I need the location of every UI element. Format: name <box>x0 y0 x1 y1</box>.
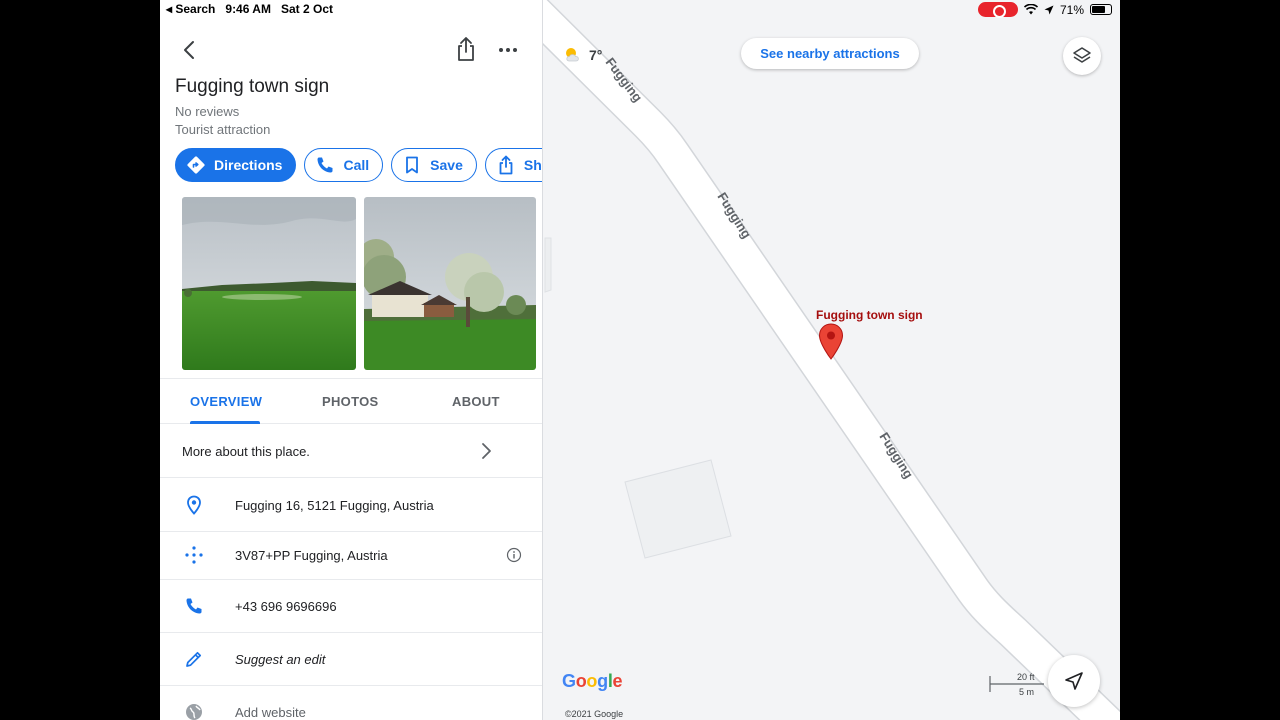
red-map-pin-icon[interactable] <box>818 323 844 361</box>
place-panel: Fugging town sign No reviews Tourist att… <box>160 0 543 720</box>
call-button[interactable]: Call <box>304 148 384 182</box>
action-buttons: Directions Call Save Share <box>175 148 542 182</box>
google-logo-letter: G <box>562 671 576 691</box>
directions-button[interactable]: Directions <box>175 148 297 182</box>
suggest-edit-row[interactable]: Suggest an edit <box>160 633 542 686</box>
add-website-text: Add website <box>235 705 306 720</box>
scale-m: 5 m <box>1019 687 1035 697</box>
place-category: Tourist attraction <box>175 122 271 137</box>
screen-recording-icon[interactable] <box>977 2 1018 18</box>
more-about-row[interactable]: More about this place. <box>160 425 542 478</box>
phone-text: +43 696 9696696 <box>235 599 337 614</box>
panel-top-bar <box>160 36 542 64</box>
scale-ft: 20 ft <box>1017 672 1035 682</box>
reviews-text: No reviews <box>175 104 240 119</box>
plus-code-row[interactable]: 3V87+PP Fugging, Austria <box>160 532 542 580</box>
status-bar: ◂ Search 9:46 AM Sat 2 Oct 71% <box>160 0 1120 18</box>
wifi-icon <box>1023 4 1038 15</box>
phone-icon <box>317 157 333 173</box>
navigation-arrow-icon <box>1065 672 1083 690</box>
pencil-icon <box>186 651 202 667</box>
share-label: Share <box>523 157 542 173</box>
share-button[interactable]: Share <box>484 148 542 182</box>
location-pin-icon <box>187 495 201 515</box>
back-arrow-icon[interactable] <box>178 38 202 62</box>
weather-temp: 7° <box>589 47 603 63</box>
pin-label[interactable]: Fugging town sign <box>816 308 923 322</box>
see-nearby-attractions-button[interactable]: See nearby attractions <box>741 38 919 69</box>
share-icon[interactable] <box>454 36 478 62</box>
globe-icon <box>186 704 202 720</box>
add-website-row[interactable]: Add website <box>160 686 542 720</box>
save-label: Save <box>430 157 463 173</box>
battery-icon <box>1090 4 1112 15</box>
more-about-label: More about this place. <box>182 444 310 459</box>
google-logo-letter: g <box>597 671 608 691</box>
phone-icon <box>186 598 202 614</box>
plus-code-text: 3V87+PP Fugging, Austria <box>235 548 388 563</box>
save-button[interactable]: Save <box>391 148 477 182</box>
partly-cloudy-icon <box>566 48 579 62</box>
share-icon <box>499 155 513 175</box>
map-view[interactable]: Fugging Fugging Fugging 7° See nearby at… <box>543 0 1120 720</box>
weather-chip[interactable]: 7° <box>563 46 602 64</box>
google-logo-letter: o <box>575 671 587 691</box>
plus-code-icon <box>185 546 203 564</box>
place-title: Fugging town sign <box>175 76 330 97</box>
suggest-edit-text: Suggest an edit <box>235 652 326 667</box>
tab-active-indicator <box>190 421 260 424</box>
chevron-right-icon <box>482 443 491 459</box>
battery-percent: 71% <box>1059 2 1084 17</box>
app-frame: ◂ Search 9:46 AM Sat 2 Oct 71% Fugging t… <box>160 0 1120 720</box>
google-logo: Google <box>562 671 623 692</box>
directions-label: Directions <box>214 157 283 173</box>
google-logo-letter: o <box>586 671 598 691</box>
map-scale: 20 ft 5 m <box>989 672 1045 698</box>
layers-button[interactable] <box>1063 37 1101 75</box>
more-options-icon[interactable] <box>496 38 520 62</box>
location-arrow-icon <box>1044 5 1054 14</box>
tab-bar: OVERVIEW PHOTOS ABOUT <box>160 378 542 424</box>
phone-row[interactable]: +43 696 9696696 <box>160 580 542 633</box>
tab-photos[interactable]: PHOTOS <box>322 394 378 409</box>
photo-strip <box>182 197 536 370</box>
back-to-app-link[interactable]: ◂ Search <box>166 2 215 16</box>
google-logo-letter: e <box>612 671 623 691</box>
address-row[interactable]: Fugging 16, 5121 Fugging, Austria <box>160 478 542 532</box>
info-icon[interactable] <box>506 547 522 563</box>
bookmark-icon <box>406 156 419 174</box>
photo-field[interactable] <box>182 197 356 370</box>
layers-icon <box>1073 47 1091 63</box>
battery-fill <box>1092 6 1105 13</box>
map-copyright: ©2021 Google <box>565 709 624 719</box>
directions-icon <box>187 156 205 174</box>
tab-overview[interactable]: OVERVIEW <box>190 394 262 409</box>
call-label: Call <box>343 157 370 173</box>
status-time: 9:46 AM <box>225 2 271 16</box>
photo-house[interactable] <box>364 197 536 370</box>
tab-about[interactable]: ABOUT <box>452 394 500 409</box>
status-date: Sat 2 Oct <box>280 2 333 16</box>
address-text: Fugging 16, 5121 Fugging, Austria <box>235 498 434 513</box>
my-location-button[interactable] <box>1048 655 1100 707</box>
